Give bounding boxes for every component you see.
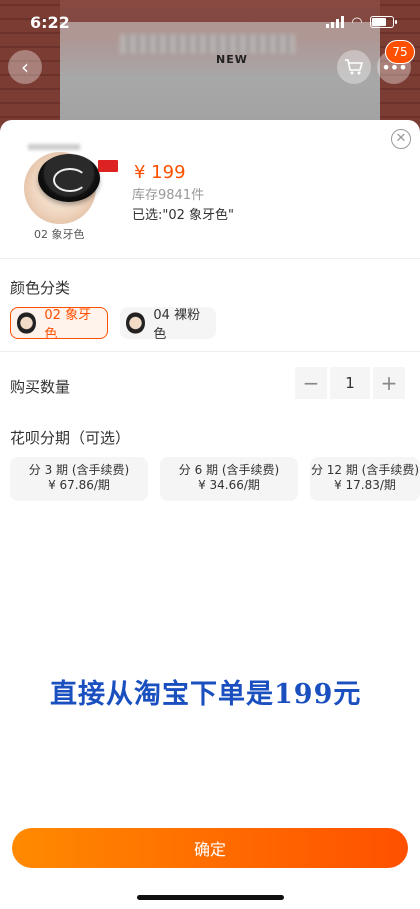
installment-plan-3[interactable]: 分 3 期 (含手续费) ¥ 67.86/期 xyxy=(10,457,148,501)
sku-selected: 已选:"02 象牙色" xyxy=(132,208,235,223)
divider xyxy=(0,258,420,259)
plan-amount: ¥ 67.86/期 xyxy=(48,478,110,492)
option-thumbnail xyxy=(126,312,146,334)
status-icons: ◠ xyxy=(326,14,397,30)
battery-icon xyxy=(370,16,397,28)
plan-amount: ¥ 17.83/期 xyxy=(334,478,396,492)
plan-terms: 分 12 期 (含手续费) xyxy=(310,463,420,477)
status-bar: 6:22 ◠ xyxy=(0,0,420,44)
cart-badge: 75 xyxy=(385,40,415,64)
option-thumbnail xyxy=(17,312,37,334)
home-indicator xyxy=(137,895,284,900)
background-new-label: NEW xyxy=(216,53,248,66)
quantity-section-title: 购买数量 xyxy=(10,378,71,396)
close-button[interactable]: ✕ xyxy=(391,129,411,149)
blurred-brand-text xyxy=(28,144,80,150)
confirm-button[interactable]: 确定 xyxy=(12,828,408,868)
color-option-label: 04 裸粉色 xyxy=(153,308,201,342)
cart-icon xyxy=(345,59,364,75)
color-option-nude-pink[interactable]: 04 裸粉色 xyxy=(120,307,216,342)
compact-lid-image xyxy=(38,154,100,202)
plan-terms: 分 6 期 (含手续费) xyxy=(178,463,280,477)
promo-overlay-text: 直接从淘宝下单是199元 xyxy=(50,679,362,710)
status-time: 6:22 xyxy=(30,12,70,32)
quantity-stepper: − 1 + xyxy=(295,367,405,399)
quantity-plus-button[interactable]: + xyxy=(373,367,405,399)
sku-stock: 库存9841件 xyxy=(132,188,205,203)
signal-icon xyxy=(326,16,344,28)
cart-button[interactable] xyxy=(337,50,371,84)
sku-price: ¥ 199 xyxy=(134,162,186,183)
product-image[interactable] xyxy=(14,132,118,232)
close-icon: ✕ xyxy=(395,131,407,146)
sku-sheet: ✕ 02 象牙色 ¥ 199 库存9841件 已选:"02 象牙色" 颜色分类 … xyxy=(0,120,420,909)
color-section-title: 颜色分类 xyxy=(10,279,71,297)
plan-amount: ¥ 34.66/期 xyxy=(198,478,260,492)
installment-section-title: 花呗分期（可选） xyxy=(10,429,131,447)
back-button[interactable]: ‹ xyxy=(8,50,42,84)
product-tag xyxy=(98,160,118,172)
divider xyxy=(0,351,420,352)
color-option-label: 02 象牙色 xyxy=(44,308,92,342)
wifi-icon: ◠ xyxy=(352,14,362,30)
installment-plan-12[interactable]: 分 12 期 (含手续费) ¥ 17.83/期 xyxy=(310,457,420,501)
quantity-value[interactable]: 1 xyxy=(330,367,370,399)
chevron-left-icon: ‹ xyxy=(21,55,29,79)
plan-terms: 分 3 期 (含手续费) xyxy=(28,463,130,477)
installment-plan-6[interactable]: 分 6 期 (含手续费) ¥ 34.66/期 xyxy=(160,457,298,501)
product-image-caption: 02 象牙色 xyxy=(34,228,85,241)
color-option-ivory[interactable]: 02 象牙色 xyxy=(10,307,108,342)
quantity-minus-button[interactable]: − xyxy=(295,367,327,399)
